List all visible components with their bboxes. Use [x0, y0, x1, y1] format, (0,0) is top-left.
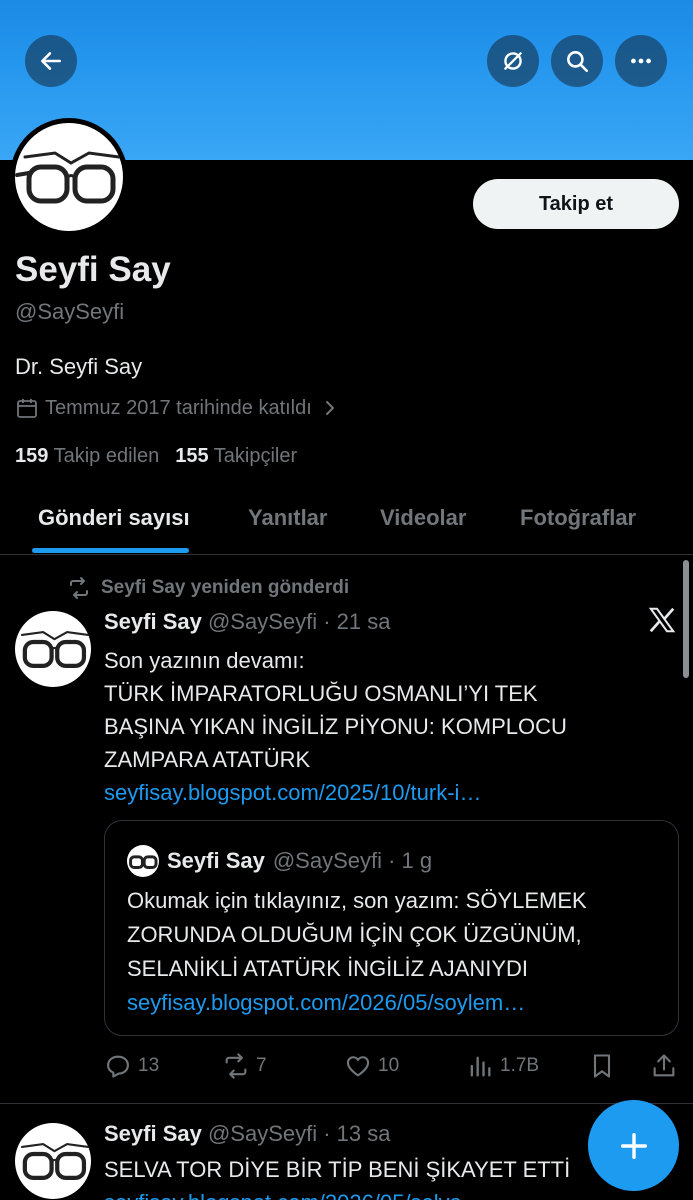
- profile-handle: @SaySeyfi: [15, 299, 125, 324]
- quote-link[interactable]: seyfisay.blogspot.com/2026/05/soylem…: [127, 986, 667, 1020]
- tweet-author-name[interactable]: Seyfi Say: [104, 1121, 202, 1146]
- joined-date[interactable]: Temmuz 2017 tarihinde katıldı: [15, 396, 342, 420]
- plus-icon: [620, 1132, 647, 1159]
- quote-text: Okumak için tıklayınız, son yazım: SÖYLE…: [127, 884, 667, 1020]
- quote-meta: @SaySeyfi · 1 g: [272, 848, 433, 873]
- profile-avatar[interactable]: [10, 118, 128, 236]
- followers-count: 155: [175, 445, 209, 467]
- repost-button[interactable]: 7: [222, 1052, 267, 1080]
- back-button[interactable]: [25, 35, 77, 87]
- tweet-meta: @SaySeyfi · 21 sa: [207, 609, 391, 634]
- reply-count: 13: [138, 1055, 160, 1076]
- tweet-divider: [0, 1103, 693, 1104]
- tweet-line: ZAMPARA ATATÜRK: [104, 747, 311, 772]
- tweet-actions: 13 7 10 1.7B: [104, 1048, 679, 1084]
- like-button[interactable]: 10: [344, 1052, 399, 1080]
- tweet-header: Seyfi Say @SaySeyfi · 21 sa: [104, 609, 391, 635]
- tweet-text[interactable]: Son yazının devamı: TÜRK İMPARATORLUĞU O…: [104, 644, 664, 809]
- quote-avatar: [127, 845, 159, 877]
- tab-posts[interactable]: Gönderi sayısı: [38, 505, 190, 531]
- arrow-left-icon: [41, 52, 61, 70]
- profile-tabs: Gönderi sayısı Yanıtlar Videolar Fotoğra…: [0, 485, 693, 555]
- search-button[interactable]: [551, 35, 603, 87]
- follow-button[interactable]: Takip et: [473, 179, 679, 229]
- glasses-icon: [129, 855, 158, 869]
- views-button[interactable]: 1.7B: [466, 1052, 539, 1080]
- quote-header: Seyfi Say @SaySeyfi · 1 g: [127, 845, 432, 877]
- quoted-tweet[interactable]: Seyfi Say @SaySeyfi · 1 g Okumak için tı…: [104, 820, 679, 1036]
- tweet-header: Seyfi Say @SaySeyfi · 13 sa: [104, 1121, 391, 1147]
- compose-button[interactable]: [588, 1100, 679, 1191]
- tweet-avatar[interactable]: [15, 1123, 91, 1199]
- grok-icon: [504, 52, 522, 70]
- repost-icon: [70, 577, 88, 599]
- tweet-line: TÜRK İMPARATORLUĞU OSMANLI’YI TEK: [104, 681, 538, 706]
- x-logo-icon[interactable]: [647, 605, 677, 635]
- followers-link[interactable]: 155 Takipçiler: [175, 445, 297, 468]
- tab-indicator: [32, 548, 189, 553]
- profile-bio: Dr. Seyfi Say: [15, 354, 143, 379]
- more-horizontal-icon: [631, 58, 651, 64]
- tweet-link[interactable]: seyfisay.blogspot.com/2025/10/turk-i…: [104, 776, 664, 809]
- profile-stats: 159 Takip edilen 155 Takipçiler: [15, 445, 297, 468]
- bookmark-button[interactable]: [588, 1052, 616, 1080]
- tweet-avatar[interactable]: [15, 611, 91, 687]
- tweet-line: SELVA TOR DİYE BİR TİP BENİ ŞİKAYET ETTİ: [104, 1157, 571, 1182]
- following-link[interactable]: 159 Takip edilen: [15, 445, 159, 468]
- quote-line: SELANİKLİ ATATÜRK İNGİLİZ AJANIYDI: [127, 956, 528, 981]
- share-icon: [653, 1054, 675, 1077]
- following-label: Takip edilen: [53, 445, 160, 467]
- scrollbar[interactable]: [683, 560, 689, 678]
- tweet-line: Son yazının devamı:: [104, 648, 305, 673]
- views-count: 1.7B: [500, 1055, 540, 1076]
- like-count: 10: [378, 1055, 400, 1076]
- following-count: 159: [15, 445, 49, 467]
- tweet-link[interactable]: seyfisay.blogspot.com/2026/05/selva…: [104, 1186, 664, 1200]
- joined-label: Temmuz 2017 tarihinde katıldı: [45, 396, 312, 419]
- quote-line: ZORUNDA OLDUĞUM İÇİN ÇOK ÜZGÜNÜM,: [127, 922, 582, 947]
- glasses-icon: [20, 631, 90, 668]
- bookmark-icon: [593, 1054, 611, 1078]
- search-icon: [567, 51, 589, 73]
- share-button[interactable]: [650, 1052, 678, 1080]
- glasses-icon: [20, 1143, 90, 1180]
- tab-replies[interactable]: Yanıtlar: [248, 505, 327, 531]
- tweet-meta: @SaySeyfi · 13 sa: [207, 1121, 391, 1146]
- calendar-icon: [17, 399, 37, 418]
- glasses-icon: [15, 151, 121, 204]
- chevron-right-icon: [325, 401, 334, 415]
- quote-author-name: Seyfi Say: [167, 848, 265, 873]
- grok-button[interactable]: [487, 35, 539, 87]
- tweet-line: BAŞINA YIKAN İNGİLİZ PİYONU: KOMPLOCU: [104, 714, 567, 739]
- followers-label: Takipçiler: [213, 445, 298, 467]
- tab-videos[interactable]: Videolar: [380, 505, 466, 531]
- reply-icon: [107, 1055, 129, 1078]
- more-button[interactable]: [615, 35, 667, 87]
- repost-count: 7: [256, 1055, 267, 1076]
- reply-button[interactable]: 13: [104, 1052, 159, 1080]
- quote-line: Okumak için tıklayınız, son yazım: SÖYLE…: [127, 888, 587, 913]
- repost-icon: [225, 1053, 247, 1079]
- tweet-text[interactable]: SELVA TOR DİYE BİR TİP BENİ ŞİKAYET ETTİ…: [104, 1153, 664, 1200]
- repost-indicator[interactable]: Seyfi Say yeniden gönderdi: [67, 576, 349, 600]
- display-name: Seyfi Say: [15, 250, 171, 289]
- heart-icon: [346, 1056, 370, 1077]
- views-chart-icon: [470, 1056, 491, 1077]
- repost-label: Seyfi Say yeniden gönderdi: [101, 577, 350, 598]
- tab-photos[interactable]: Fotoğraflar: [520, 505, 636, 531]
- tweet-author-name[interactable]: Seyfi Say: [104, 609, 202, 634]
